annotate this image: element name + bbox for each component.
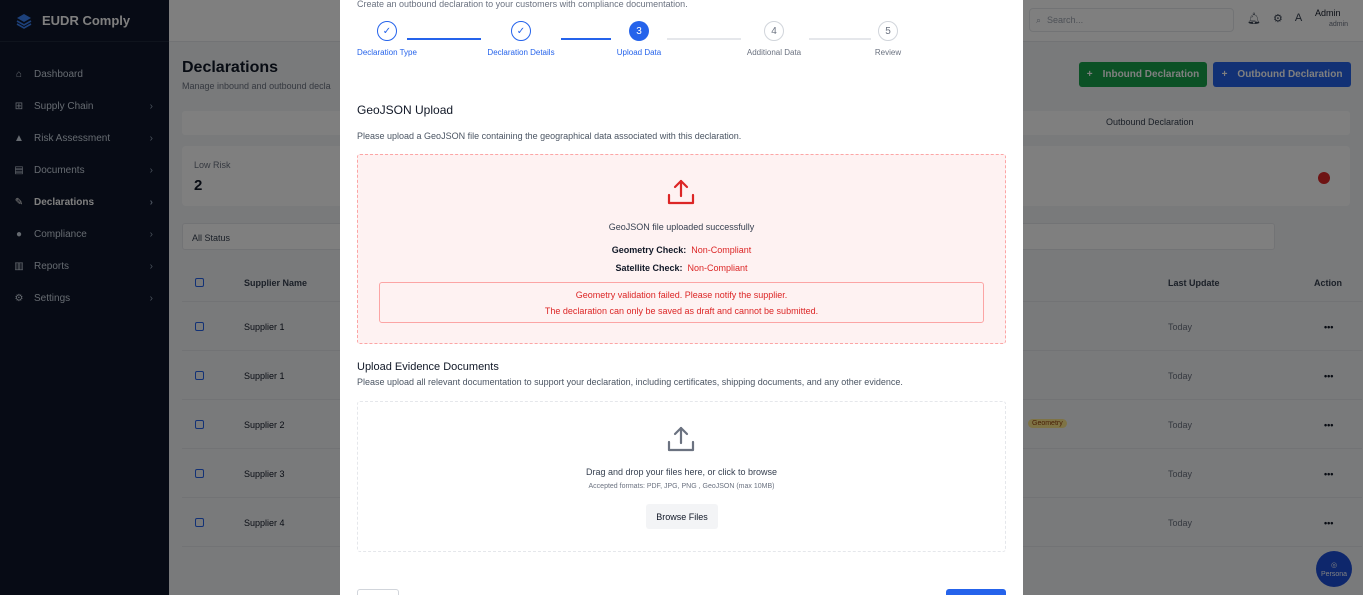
error-message-line: The declaration can only be saved as dra…	[544, 306, 819, 316]
geometry-check-label: Geometry Check:	[611, 245, 687, 255]
geojson-dropzone[interactable]: GeoJSON file uploaded successfully Geome…	[357, 154, 1006, 344]
step-review[interactable]: 5 Review	[848, 21, 928, 57]
step-additional-data[interactable]: 4 Additional Data	[734, 21, 814, 57]
next-button[interactable]	[946, 589, 1006, 595]
evidence-section-title: Upload Evidence Documents	[357, 361, 499, 373]
geojson-section-description: Please upload a GeoJSON file containing …	[357, 131, 742, 141]
upload-icon	[667, 426, 695, 452]
validation-error-alert: Geometry validation failed. Please notif…	[379, 282, 984, 323]
satellite-check-label: Satellite Check:	[615, 263, 683, 273]
step-number: 4	[764, 21, 784, 41]
step-label: Additional Data	[746, 48, 802, 57]
step-declaration-details[interactable]: ✓ Declaration Details	[481, 21, 561, 57]
drag-drop-text: Drag and drop your files here, or click …	[585, 467, 778, 477]
geojson-section-title: GeoJSON Upload	[357, 103, 454, 117]
step-label: Declaration Details	[487, 48, 555, 57]
step-label: Declaration Type	[357, 48, 417, 57]
evidence-dropzone[interactable]: Drag and drop your files here, or click …	[357, 401, 1006, 552]
step-label: Upload Data	[616, 48, 662, 57]
step-number: 5	[878, 21, 898, 41]
geometry-check-value: Non-Compliant	[691, 245, 752, 255]
satellite-check-value: Non-Compliant	[687, 263, 748, 273]
stepper: ✓ Declaration Type ✓ Declaration Details…	[357, 21, 917, 61]
outbound-declaration-modal: Create an outbound declaration to your c…	[340, 0, 1023, 595]
accepted-formats-text: Accepted formats: PDF, JPG, PNG , GeoJSO…	[588, 483, 775, 490]
evidence-section-description: Please upload all relevant documentation…	[357, 377, 903, 387]
step-upload-data[interactable]: 3 Upload Data	[599, 21, 679, 57]
modal-subtitle: Create an outbound declaration to your c…	[357, 0, 688, 9]
satellite-check: Satellite Check: Non-Compliant	[358, 263, 1005, 273]
upload-success-text: GeoJSON file uploaded successfully	[608, 222, 755, 232]
step-declaration-type[interactable]: ✓ Declaration Type	[347, 21, 427, 57]
check-icon: ✓	[511, 21, 531, 41]
step-number: 3	[629, 21, 649, 41]
error-message-line: Geometry validation failed. Please notif…	[575, 290, 788, 300]
geometry-check: Geometry Check: Non-Compliant	[358, 245, 1005, 255]
browse-files-button[interactable]: Browse Files	[646, 504, 718, 529]
upload-icon	[667, 179, 695, 205]
step-label: Review	[874, 48, 902, 57]
back-button[interactable]	[357, 589, 399, 595]
check-icon: ✓	[377, 21, 397, 41]
